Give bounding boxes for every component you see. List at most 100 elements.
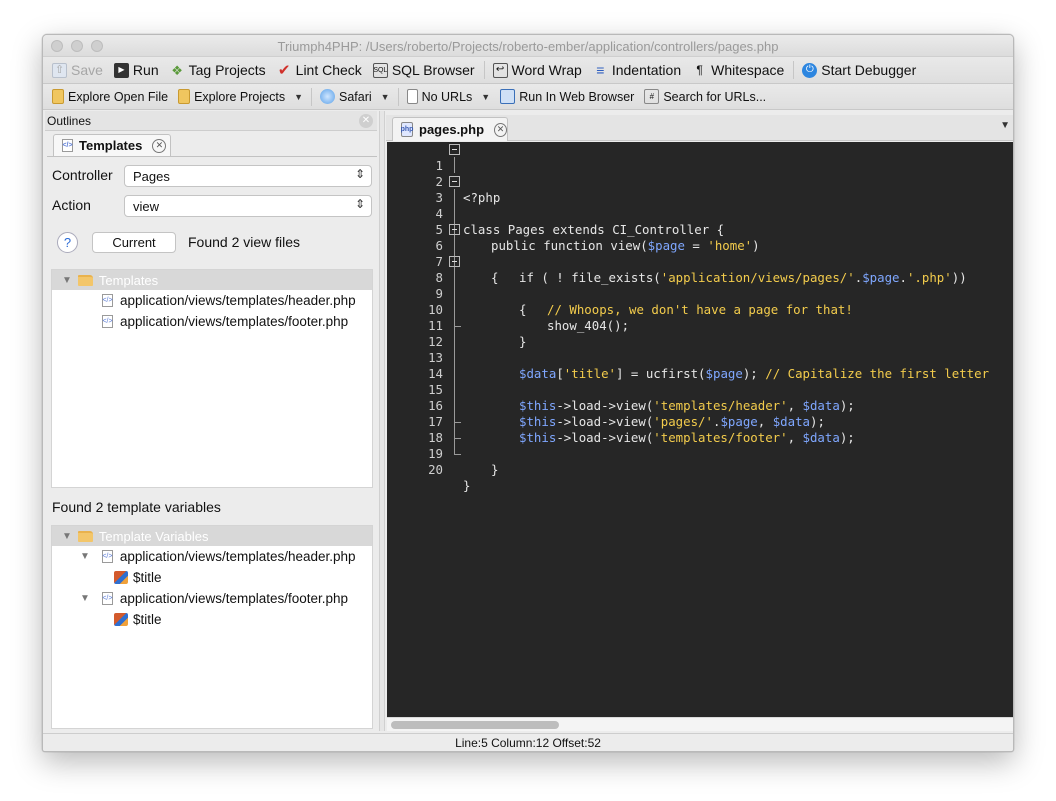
code-line-20: 20 — [387, 446, 1013, 477]
checkmark-icon: ✔ — [277, 61, 291, 79]
run-icon: ▶ — [113, 62, 129, 78]
code-line-9: 9 // Whoops, we don't have a page for th… — [435, 286, 853, 317]
disclosure-triangle-icon[interactable]: ▼ — [62, 275, 72, 286]
toolbar-separator — [483, 61, 485, 79]
variable-icon — [114, 571, 128, 584]
close-panel-icon[interactable]: ✕ — [359, 114, 373, 128]
tree-root-template-variables[interactable]: ▼ Template Variables — [52, 526, 372, 546]
fold-guide — [454, 446, 455, 454]
secondary-toolbar: Explore Open File Explore Projects ▼ Saf… — [43, 84, 1013, 110]
document-icon — [406, 89, 418, 104]
scrollbar-thumb[interactable] — [391, 721, 559, 729]
tree-variable-row[interactable]: $title — [52, 567, 372, 588]
indentation-button[interactable]: ≡ Indentation — [593, 62, 681, 78]
fold-end-marker — [454, 326, 461, 327]
code-line-3: 3 class Pages extends CI_Controller { — [387, 174, 1013, 237]
folder-icon — [178, 89, 191, 104]
action-select[interactable]: view ⇕ — [124, 195, 372, 217]
search-for-urls-button[interactable]: # Search for URLs... — [644, 89, 766, 104]
window-title: Triumph4PHP: /Users/roberto/Projects/rob… — [277, 39, 779, 54]
disclosure-triangle-icon[interactable]: ▼ — [80, 551, 90, 562]
browser-select[interactable]: Safari ▼ — [320, 89, 390, 104]
tree-file-row[interactable]: ▼ </> application/views/templates/header… — [52, 546, 372, 567]
close-tab-icon[interactable]: ✕ — [494, 122, 507, 137]
tab-list-menu-icon[interactable]: ▼ — [1000, 120, 1010, 131]
tab-templates[interactable]: </> Templates ✕ — [53, 134, 171, 156]
tree-root-templates[interactable]: ▼ Templates — [52, 270, 372, 290]
dropdown-arrow-icon[interactable]: ▼ — [294, 92, 303, 102]
template-file-icon: </> — [102, 294, 113, 307]
template-file-icon: </> — [62, 139, 73, 152]
power-icon: ⏻ — [802, 62, 818, 78]
horizontal-scrollbar[interactable] — [387, 717, 1013, 731]
code-editor[interactable]: 1 <?php 2 3 class Pages extends CI_Contr… — [387, 142, 1013, 717]
disclosure-triangle-icon[interactable]: ▼ — [62, 531, 72, 542]
fold-toggle-icon[interactable] — [449, 224, 460, 235]
fold-end-marker — [454, 454, 461, 455]
whitespace-button[interactable]: ¶ Whitespace — [692, 62, 784, 78]
tag-projects-button[interactable]: ❖ Tag Projects — [170, 62, 265, 78]
fold-toggle-icon[interactable] — [449, 256, 460, 267]
select-arrows-icon: ⇕ — [354, 167, 365, 181]
folder-icon — [77, 274, 93, 286]
folder-icon — [77, 530, 93, 542]
code-line-10: 10 show_404(); — [428, 302, 630, 333]
toolbar-separator — [397, 87, 399, 106]
code-line-4: 4 — [435, 206, 443, 221]
template-file-icon: </> — [102, 315, 113, 328]
fold-toggle-icon[interactable] — [449, 176, 460, 187]
panel-splitter[interactable] — [379, 111, 385, 731]
code-line-17: 17 $this->load->view('templates/footer',… — [428, 414, 855, 445]
search-urls-icon: # — [644, 89, 660, 104]
dropdown-arrow-icon[interactable]: ▼ — [481, 92, 490, 102]
fold-toggle-icon[interactable] — [449, 144, 460, 155]
disclosure-triangle-icon[interactable]: ▼ — [80, 593, 90, 604]
select-arrows-icon: ⇕ — [354, 197, 365, 211]
status-bar: Line:5 Column:12 Offset:52 — [43, 733, 1013, 751]
found-vars-text: Found 2 template variables — [52, 499, 221, 515]
explore-projects-button[interactable]: Explore Projects ▼ — [178, 89, 303, 104]
tree-file-row[interactable]: ▼ </> application/views/templates/footer… — [52, 588, 372, 609]
code-line-13: 13 $data['title'] = ucfirst($page); // C… — [428, 350, 990, 381]
controller-select[interactable]: Pages ⇕ — [124, 165, 372, 187]
found-views-text: Found 2 view files — [188, 234, 301, 250]
code-line-6: 6 { — [387, 222, 1013, 285]
tree-variable-row[interactable]: $title — [52, 609, 372, 630]
explore-open-file-button[interactable]: Explore Open File — [52, 89, 168, 104]
variable-icon — [114, 613, 128, 626]
url-select[interactable]: No URLs ▼ — [406, 89, 490, 104]
browser-window-icon — [500, 89, 516, 104]
tree-file-row[interactable]: </> application/views/templates/footer.p… — [52, 311, 372, 332]
word-wrap-button[interactable]: ↩ Word Wrap — [492, 62, 582, 78]
title-bar: Triumph4PHP: /Users/roberto/Projects/rob… — [43, 35, 1013, 57]
code-line-15: 15 $this->load->view('templates/header',… — [428, 382, 855, 413]
tag-icon: ❖ — [171, 62, 183, 78]
help-button[interactable]: ? — [57, 232, 78, 253]
tab-pages-php[interactable]: php pages.php ✕ — [392, 117, 508, 141]
code-line-2: 2 — [435, 174, 443, 189]
run-button[interactable]: ▶ Run — [113, 62, 159, 78]
tab-divider — [47, 156, 377, 157]
main-toolbar: ⇧ Save ▶ Run ❖ Tag Projects ✔ Lint Check… — [43, 57, 1013, 84]
code-line-8: 8 { — [387, 254, 1013, 317]
save-button[interactable]: ⇧ Save — [52, 62, 103, 78]
start-debugger-button[interactable]: ⏻ Start Debugger — [802, 62, 916, 78]
code-line-19: 19 } — [387, 430, 1013, 493]
template-file-icon: </> — [101, 550, 113, 563]
close-tab-icon[interactable]: ✕ — [152, 138, 167, 153]
templates-tree: ▼ Templates </> application/views/templa… — [51, 269, 373, 488]
sql-browser-button[interactable]: SQL SQL Browser — [372, 62, 475, 78]
run-in-web-browser-button[interactable]: Run In Web Browser — [500, 89, 634, 104]
app-window: Triumph4PHP: /Users/roberto/Projects/rob… — [42, 34, 1014, 752]
code-line-1: 1 <?php — [387, 142, 1013, 205]
template-variables-tree: ▼ Template Variables ▼ </> application/v… — [51, 525, 373, 729]
pilcrow-icon: ¶ — [696, 63, 703, 77]
code-line-16: 16 $this->load->view('pages/'.$page, $da… — [428, 398, 825, 429]
tree-file-row[interactable]: </> application/views/templates/header.p… — [52, 290, 372, 311]
dropdown-arrow-icon[interactable]: ▼ — [381, 92, 390, 102]
outlines-header: Outlines ✕ — [45, 111, 377, 131]
current-button[interactable]: Current — [92, 232, 176, 253]
lint-check-button[interactable]: ✔ Lint Check — [277, 62, 362, 78]
word-wrap-icon: ↩ — [492, 62, 508, 78]
code-line-18: 18 } — [387, 414, 1013, 477]
